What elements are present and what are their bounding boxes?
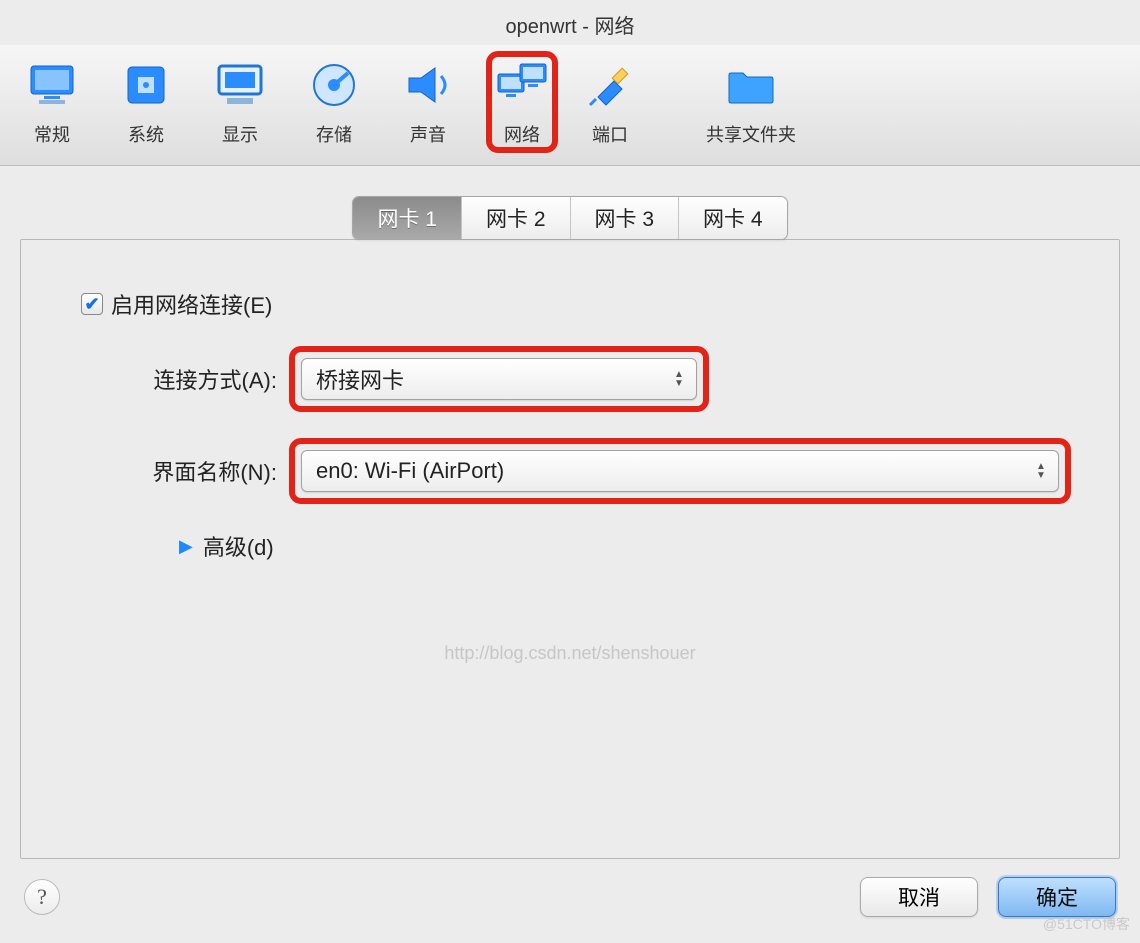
interface-name-highlight: en0: Wi-Fi (AirPort) ▲▼ <box>289 438 1071 504</box>
tab-adapter2[interactable]: 网卡 2 <box>462 197 571 239</box>
stepper-icon: ▲▼ <box>668 370 690 388</box>
toolbar-label: 网络 <box>504 121 540 147</box>
help-button[interactable]: ? <box>24 879 60 915</box>
tab-group: 网卡 1 网卡 2 网卡 3 网卡 4 <box>352 196 787 240</box>
toolbar-item-display[interactable]: 显示 <box>204 51 276 153</box>
settings-window: openwrt - 网络 常规 系统 显示 存储 <box>0 0 1140 940</box>
advanced-disclosure[interactable]: ▶ 高级(d) <box>179 530 1071 562</box>
chip-icon <box>118 57 174 113</box>
enable-network-checkbox[interactable]: ✔ <box>81 293 103 315</box>
window-title: openwrt - 网络 <box>0 0 1140 45</box>
toolbar-item-system[interactable]: 系统 <box>110 51 182 153</box>
display-icon <box>212 57 268 113</box>
toolbar-label: 常规 <box>34 121 70 147</box>
tab-bar: 网卡 1 网卡 2 网卡 3 网卡 4 <box>20 196 1120 240</box>
toolbar-label: 端口 <box>592 121 628 147</box>
toolbar-item-shared[interactable]: 共享文件夹 <box>698 51 804 153</box>
toolbar-label: 声音 <box>410 121 446 147</box>
stepper-icon: ▲▼ <box>1030 462 1052 480</box>
triangle-right-icon: ▶ <box>179 536 193 557</box>
adapter-panel: ✔ 启用网络连接(E) 连接方式(A): 桥接网卡 ▲▼ 界面名称(N): en… <box>20 239 1120 859</box>
enable-network-label: 启用网络连接(E) <box>111 288 272 320</box>
tab-adapter3[interactable]: 网卡 3 <box>571 197 680 239</box>
network-icon <box>494 57 550 113</box>
toolbar: 常规 系统 显示 存储 声音 <box>0 45 1140 166</box>
toolbar-item-sound[interactable]: 声音 <box>392 51 464 153</box>
toolbar-label: 系统 <box>128 121 164 147</box>
toolbar-item-network[interactable]: 网络 <box>486 51 558 153</box>
interface-name-row: 界面名称(N): en0: Wi-Fi (AirPort) ▲▼ <box>69 438 1071 504</box>
toolbar-label: 存储 <box>316 121 352 147</box>
folder-icon <box>723 57 779 113</box>
monitor-icon <box>24 57 80 113</box>
toolbar-label: 共享文件夹 <box>706 121 796 147</box>
advanced-label: 高级(d) <box>203 530 274 562</box>
body-area: 网卡 1 网卡 2 网卡 3 网卡 4 ✔ 启用网络连接(E) 连接方式(A):… <box>0 166 1140 859</box>
toolbar-label: 显示 <box>222 121 258 147</box>
attached-to-dropdown[interactable]: 桥接网卡 ▲▼ <box>301 358 697 400</box>
tab-adapter1[interactable]: 网卡 1 <box>353 197 462 239</box>
interface-name-label: 界面名称(N): <box>69 455 289 487</box>
speaker-icon <box>400 57 456 113</box>
interface-name-dropdown[interactable]: en0: Wi-Fi (AirPort) ▲▼ <box>301 450 1059 492</box>
disk-icon <box>306 57 362 113</box>
footer: ? 取消 确定 @51CTO博客 <box>0 859 1140 943</box>
toolbar-item-storage[interactable]: 存储 <box>298 51 370 153</box>
corner-watermark: @51CTO博客 <box>1043 914 1130 934</box>
attached-to-highlight: 桥接网卡 ▲▼ <box>289 346 709 412</box>
interface-name-value: en0: Wi-Fi (AirPort) <box>316 458 504 484</box>
ok-button[interactable]: 确定 <box>998 877 1116 917</box>
toolbar-item-port[interactable]: 端口 <box>574 51 646 153</box>
plug-icon <box>582 57 638 113</box>
tab-adapter4[interactable]: 网卡 4 <box>679 197 787 239</box>
cancel-button[interactable]: 取消 <box>860 877 978 917</box>
toolbar-item-general[interactable]: 常规 <box>16 51 88 153</box>
attached-to-label: 连接方式(A): <box>69 363 289 395</box>
attached-to-row: 连接方式(A): 桥接网卡 ▲▼ <box>69 346 1071 412</box>
attached-to-value: 桥接网卡 <box>316 363 404 395</box>
enable-network-row: ✔ 启用网络连接(E) <box>81 288 1071 320</box>
